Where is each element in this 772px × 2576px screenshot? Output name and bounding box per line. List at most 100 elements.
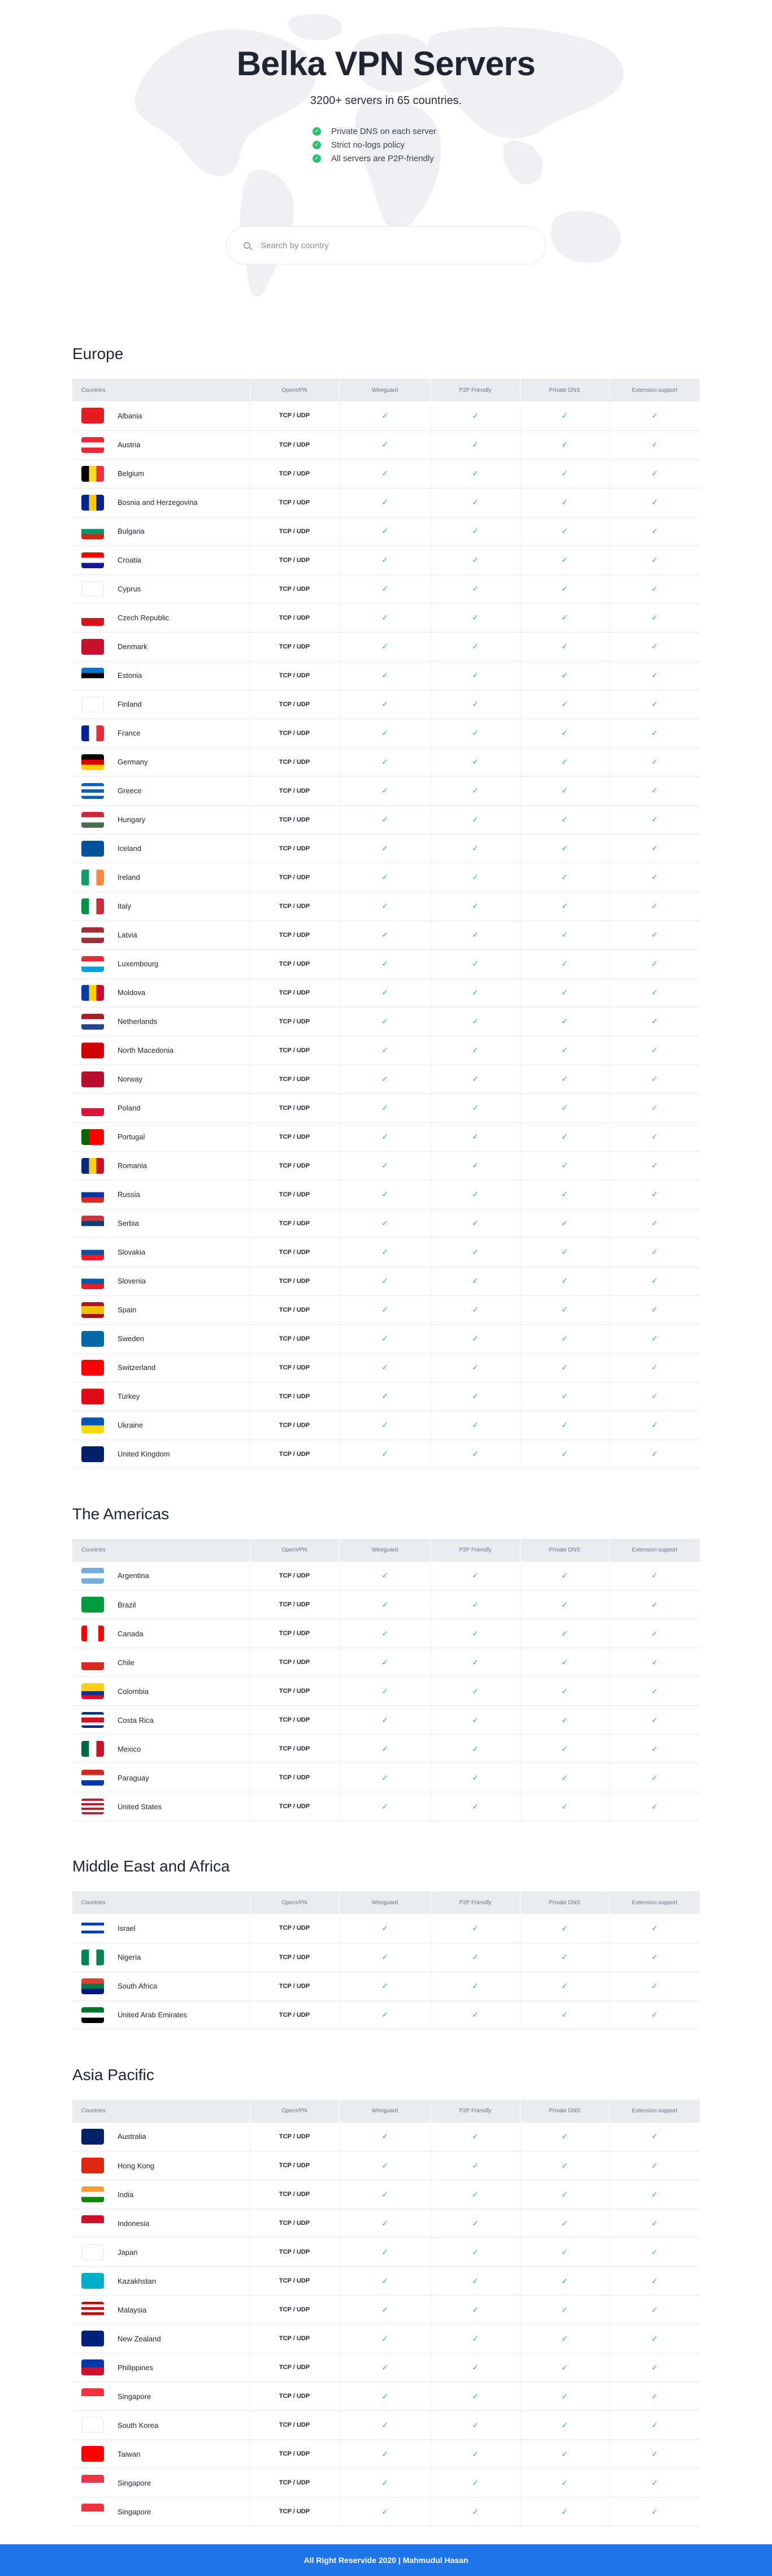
checkmark-icon: ✓ — [561, 1715, 568, 1724]
checkmark-icon: ✓ — [561, 815, 568, 824]
country-label: Costa Rica — [81, 1712, 250, 1728]
checkmark-icon: ✓ — [381, 2449, 388, 2458]
flag-france-icon — [81, 725, 104, 741]
wireguard-cell: ✓ — [339, 430, 431, 459]
extension-support-cell: ✓ — [609, 863, 700, 892]
country-name: Hungary — [118, 815, 146, 824]
private-dns-cell: ✓ — [519, 1972, 609, 2000]
table-row: Russia TCP / UDP ✓ ✓ ✓ ✓ — [72, 1180, 700, 1209]
country-label: Latvia — [81, 927, 250, 943]
checkmark-icon: ✓ — [651, 1218, 658, 1228]
checkmark-icon: ✓ — [381, 815, 388, 824]
search-input[interactable] — [261, 240, 521, 250]
checkmark-icon: ✓ — [561, 1103, 568, 1112]
table-row: North Macedonia TCP / UDP ✓ ✓ ✓ ✓ — [72, 1036, 700, 1065]
server-table: Countries OpenVPN Wireguard P2P Friendly Pri… — [72, 379, 700, 1469]
private-dns-cell: ✓ — [519, 1411, 609, 1440]
flag-singapore-icon — [81, 2504, 104, 2519]
checkmark-icon: ✓ — [472, 1305, 479, 1314]
country-name: Poland — [118, 1104, 141, 1112]
flag-united-arab-emirates-icon — [81, 2007, 104, 2023]
extension-support-cell: ✓ — [609, 1411, 700, 1440]
table-row: Iceland TCP / UDP ✓ ✓ ✓ ✓ — [72, 834, 700, 863]
country-cell: Japan — [72, 2238, 250, 2267]
checkmark-icon: ✓ — [381, 410, 388, 420]
country-name: Belgium — [118, 469, 144, 478]
country-cell: Singapore — [72, 2497, 250, 2526]
private-dns-cell: ✓ — [519, 2410, 609, 2440]
p2p-friendly-cell: ✓ — [430, 1238, 520, 1267]
table-row: Italy TCP / UDP ✓ ✓ ✓ ✓ — [72, 892, 700, 920]
checkmark-icon: ✓ — [472, 671, 479, 680]
table-row: Estonia TCP / UDP ✓ ✓ ✓ ✓ — [72, 661, 700, 690]
private-dns-cell: ✓ — [519, 1705, 609, 1735]
checkmark-icon: ✓ — [651, 1103, 658, 1112]
country-name: Albania — [118, 411, 142, 420]
openvpn-protocols: TCP / UDP — [249, 632, 339, 661]
wireguard-cell: ✓ — [339, 2439, 431, 2469]
country-cell: Poland — [72, 1093, 250, 1122]
table-row: Latvia TCP / UDP ✓ ✓ ✓ ✓ — [72, 920, 700, 949]
checkmark-icon: ✓ — [381, 1103, 388, 1112]
wireguard-cell: ✓ — [339, 2324, 431, 2353]
checkmark-icon: ✓ — [561, 2160, 568, 2170]
checkmark-icon: ✓ — [381, 469, 388, 478]
p2p-friendly-cell: ✓ — [430, 1353, 520, 1382]
table-row: Israel TCP / UDP ✓ ✓ ✓ ✓ — [72, 1914, 700, 1943]
private-dns-cell: ✓ — [519, 1734, 609, 1764]
country-label: Singapore — [81, 2475, 250, 2491]
country-name: Singapore — [118, 2478, 151, 2487]
openvpn-protocols: TCP / UDP — [249, 2497, 339, 2526]
private-dns-cell: ✓ — [519, 1007, 609, 1036]
table-row: Paraguay TCP / UDP ✓ ✓ ✓ ✓ — [72, 1763, 700, 1792]
checkmark-icon: ✓ — [472, 1334, 479, 1343]
extension-support-cell: ✓ — [609, 1619, 700, 1648]
country-label: Paraguay — [81, 1770, 250, 1786]
table-row: Bosnia and Herzegovina TCP / UDP ✓ ✓ ✓ ✓ — [72, 488, 700, 517]
checkmark-icon: ✓ — [561, 2247, 568, 2257]
country-name: Moldova — [118, 988, 146, 997]
country-label: Spain — [81, 1302, 250, 1318]
country-name: Indonesia — [118, 2219, 150, 2228]
checkmark-icon: ✓ — [472, 1420, 479, 1429]
country-name: Colombia — [118, 1687, 149, 1696]
checkmark-icon: ✓ — [561, 1276, 568, 1285]
p2p-friendly-cell: ✓ — [430, 1705, 520, 1735]
checkmark-icon: ✓ — [651, 2420, 658, 2430]
private-dns-cell: ✓ — [519, 690, 609, 719]
checkmark-icon: ✓ — [651, 2391, 658, 2401]
country-cell: Cyprus — [72, 574, 250, 603]
table-row: Austria TCP / UDP ✓ ✓ ✓ ✓ — [72, 430, 700, 459]
country-cell: Turkey — [72, 1382, 250, 1411]
wireguard-cell: ✓ — [339, 2208, 431, 2238]
column-header-p2p-friendly: P2P Friendly — [430, 2099, 520, 2123]
checkmark-icon: ✓ — [472, 440, 479, 449]
table-row: Albania TCP / UDP ✓ ✓ ✓ ✓ — [72, 401, 700, 430]
checkmark-icon: ✓ — [381, 671, 388, 680]
flag-australia-icon — [81, 2128, 104, 2145]
extension-support-cell: ✓ — [609, 1209, 700, 1238]
country-label: Ukraine — [81, 1417, 250, 1433]
flag-greece-icon — [81, 783, 104, 799]
p2p-friendly-cell: ✓ — [430, 690, 520, 719]
private-dns-cell: ✓ — [519, 1238, 609, 1267]
checkmark-icon: ✓ — [651, 988, 658, 997]
wireguard-cell: ✓ — [339, 949, 431, 978]
extension-support-cell: ✓ — [609, 1353, 700, 1382]
flag-kazakhstan-icon — [81, 2273, 104, 2289]
flag-finland-icon — [81, 696, 104, 712]
openvpn-protocols: TCP / UDP — [249, 2381, 339, 2411]
search-bar[interactable] — [226, 226, 546, 265]
checkmark-icon: ✓ — [561, 1801, 568, 1811]
flag-serbia-icon — [81, 1215, 104, 1231]
checkmark-icon: ✓ — [381, 1923, 388, 1933]
openvpn-protocols: TCP / UDP — [249, 1648, 339, 1677]
country-label: Belgium — [81, 465, 250, 482]
checkmark-icon: ✓ — [381, 1334, 388, 1343]
extension-support-cell: ✓ — [609, 2237, 700, 2267]
wireguard-cell: ✓ — [339, 488, 431, 517]
p2p-friendly-cell: ✓ — [430, 863, 520, 892]
checkmark-icon: ✓ — [561, 1161, 568, 1170]
checkmark-icon: ✓ — [651, 1923, 658, 1933]
checkmark-icon: ✓ — [651, 1363, 658, 1372]
